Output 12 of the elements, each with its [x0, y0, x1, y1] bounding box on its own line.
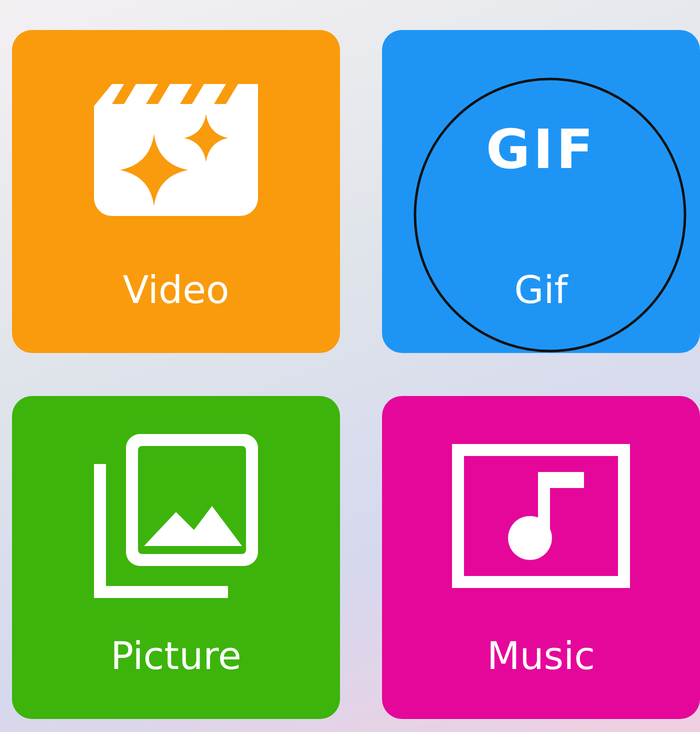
app-tile[interactable]: Picture [12, 396, 340, 719]
tile-label: Music [486, 636, 596, 678]
app-tile[interactable]: Video [12, 30, 340, 353]
music-video-icon [452, 444, 630, 588]
clapperboard-icon [94, 84, 258, 216]
tile-label: Gif [514, 270, 568, 312]
gif-icon: GIF [486, 123, 596, 177]
tile-label: Picture [110, 636, 242, 678]
pictures-icon [94, 434, 258, 598]
app-tile[interactable]: Music [382, 396, 700, 719]
app-tile[interactable]: GIF Gif [382, 30, 700, 353]
tile-label: Video [122, 270, 230, 312]
